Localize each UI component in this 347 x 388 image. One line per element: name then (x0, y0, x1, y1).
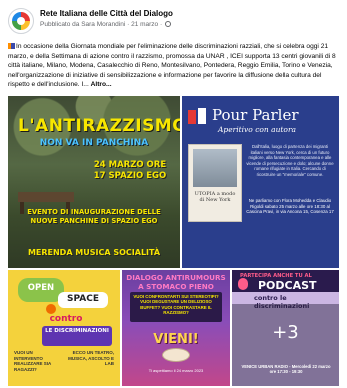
post-meta: Pubblicato da Sara Morandini · 21 marzo … (40, 21, 171, 28)
photo-dialogo-antirumours[interactable]: DIALOGO ANTIRUMOURS A STOMACO PIENO VUOI… (122, 270, 230, 386)
poster-slogan: MERENDA MUSICA SOCIALITÀ (27, 248, 161, 257)
poster-tagline: Aperitivo con autora (218, 125, 297, 134)
bench-image (18, 192, 74, 202)
poster-open: OPEN (27, 283, 55, 293)
photo-podcast[interactable]: PARTECIPA ANCHE TU AL PODCAST contro le … (232, 270, 339, 386)
poster-radio: VENICE URBAN RADIO - Mercoledì 22 marzo … (241, 364, 331, 375)
poster-space: SPACE (67, 294, 99, 304)
poster-title: L'ANTIRAZZISMO (18, 116, 180, 136)
photo-pour-parler[interactable]: Pour Parler Aperitivo con autora UTOPIA … (182, 96, 339, 268)
book-title: UTOPIA a modo di New York (194, 191, 236, 203)
poster-left-note: VUOI UN INTERVENTO REALIZZARE SIA RAGAZZ… (14, 350, 52, 372)
see-more-link[interactable]: Altro... (91, 81, 112, 88)
page-avatar[interactable] (8, 8, 34, 34)
poster-event: EVENTO DI INAUGURAZIONE DELLE NUOVE PANC… (27, 208, 161, 225)
poster-date: 24 MARZO ORE 17 SPAZIO EGO (93, 160, 167, 181)
poster-right-note: ECCO UN TEATRO, MUSICA, ASCOLTO E LAB (68, 350, 114, 366)
photo-grid: L'ANTIRAZZISMO NON VA IN PANCHINA 24 MAR… (8, 96, 339, 386)
poster-brand: Pour Parler (212, 106, 299, 124)
poster-subtitle: NON VA IN PANCHINA (39, 138, 149, 148)
poster-event-details: Ne parliamo con Flora Mohedda e Claudio … (246, 198, 334, 215)
photo-open-space[interactable]: OPEN SPACE contro LE DISCRIMINAZIONI VUO… (8, 270, 120, 386)
poster-title: DIALOGO ANTIRUMOURS A STOMACO PIENO (126, 273, 226, 291)
more-photos-count[interactable]: +3 (232, 322, 339, 343)
poster-contro: contro (49, 314, 83, 324)
book-cover: UTOPIA a modo di New York (188, 144, 242, 222)
post-body: In occasione della Giornata mondiale per… (8, 42, 340, 90)
globe-icon (164, 21, 171, 27)
poster-discriminazioni: LE DISCRIMINAZIONI (45, 328, 109, 334)
photo-antirazzismo[interactable]: L'ANTIRAZZISMO NON VA IN PANCHINA 24 MAR… (8, 96, 180, 268)
poster-body: VUOI CONFRONTARTI SUI STEREOTIPI? VUOI D… (133, 294, 219, 316)
post-header: Rete Italiana delle Città del Dialogo Pu… (8, 8, 338, 36)
published-by: Pubblicato da Sara Morandini (40, 21, 126, 28)
poster-description: Dall'Italia, luogo di partenza dei migra… (246, 144, 334, 177)
plate-icon (162, 348, 190, 362)
poster-cta: VIENI! (153, 332, 199, 347)
flag-icon (8, 43, 15, 49)
author-name[interactable]: Rete Italiana delle Città del Dialogo (40, 9, 173, 18)
pour-parler-logo-icon (188, 108, 208, 126)
poster-title: PODCAST (258, 279, 317, 292)
figure-icon (46, 304, 56, 314)
post-date[interactable]: 21 marzo (131, 21, 158, 28)
post-body-text: In occasione della Giornata mondiale per… (8, 43, 336, 89)
poster-footer: Ti aspettiamo il 24 marzo 2023 (148, 368, 204, 373)
microphone-icon (238, 278, 248, 290)
